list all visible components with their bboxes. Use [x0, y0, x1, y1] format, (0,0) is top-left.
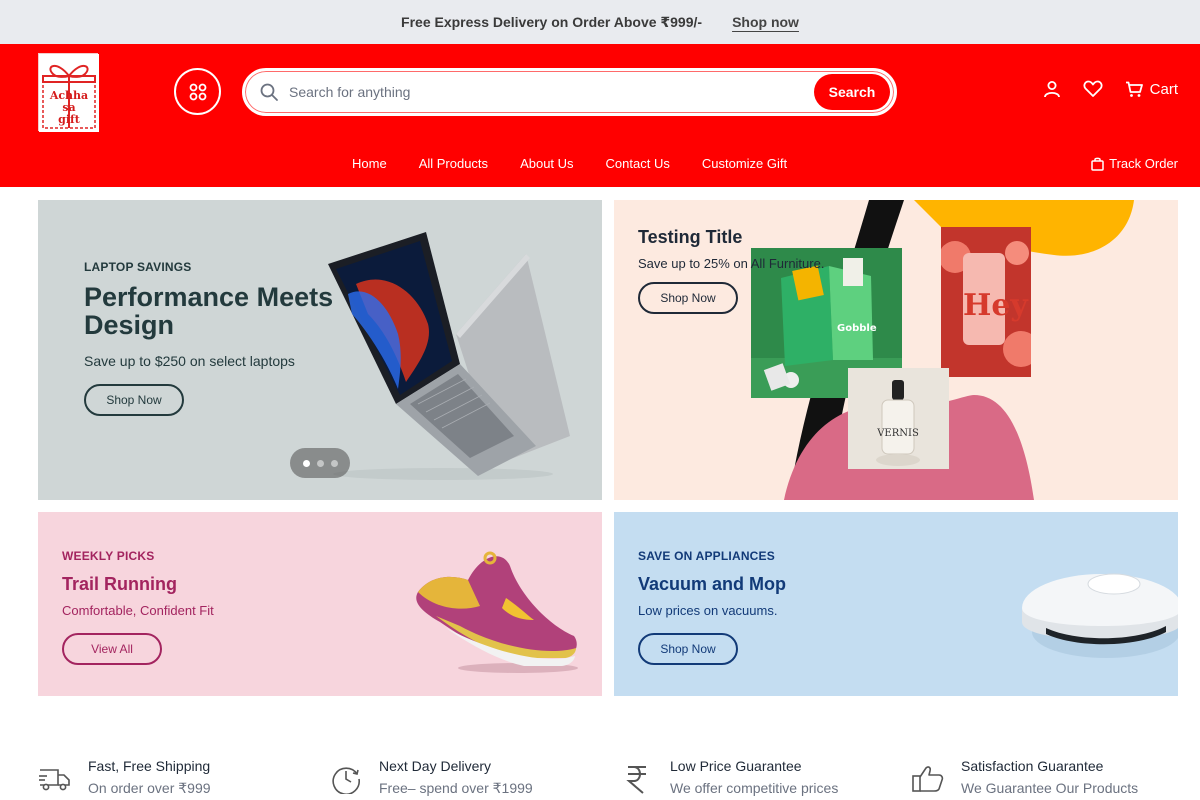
feature-subtitle: Free– spend over ₹1999 — [379, 780, 533, 796]
feature-subtitle: We Guarantee Our Products — [961, 780, 1139, 796]
carousel-dot-2[interactable] — [316, 459, 324, 467]
wishlist-button[interactable] — [1083, 80, 1103, 98]
logo-word-3: gift — [58, 113, 81, 126]
gift-logo-image: Achha sa gift — [39, 54, 99, 132]
appliances-shop-now-button[interactable]: Shop Now — [638, 633, 738, 665]
cart-icon — [1125, 81, 1143, 97]
feature-title: Satisfaction Guarantee — [961, 758, 1104, 774]
carousel-dot-1[interactable] — [302, 459, 310, 467]
can-brand-text: Hey — [963, 288, 1029, 323]
thumbs-up-icon — [911, 762, 945, 796]
laptop-banner-kicker: LAPTOP SAVINGS — [84, 260, 192, 274]
serum-bottle-image: VERNIS — [848, 368, 949, 469]
shop-now-link[interactable]: Shop now — [732, 14, 799, 30]
bag-icon — [1091, 157, 1104, 171]
heart-icon — [1083, 80, 1103, 97]
features-strip: Fast, Free Shipping On order over ₹999 N… — [38, 758, 1178, 800]
feature-delivery: Next Day Delivery Free– spend over ₹1999 — [329, 758, 533, 797]
laptop-banner-subtitle: Save up to $250 on select laptops — [84, 353, 295, 369]
announcement-bar: Free Express Delivery on Order Above ₹99… — [0, 0, 1200, 44]
laptop-shop-now-button[interactable]: Shop Now — [84, 384, 184, 416]
rupee-icon — [620, 762, 654, 796]
bottle-brand-text: VERNIS — [876, 428, 919, 439]
robot-vacuum-image — [1022, 573, 1178, 658]
user-icon — [1043, 81, 1060, 98]
feature-title: Fast, Free Shipping — [88, 758, 211, 774]
laptop-image — [328, 232, 570, 480]
header-actions: Cart — [1043, 80, 1178, 98]
search-icon — [259, 82, 279, 102]
nav-item-all-products[interactable]: All Products — [419, 156, 488, 171]
feature-subtitle: We offer competitive prices — [670, 780, 839, 796]
running-banner-title: Trail Running — [62, 574, 177, 594]
appliances-banner: SAVE ON APPLIANCES Vacuum and Mop Low pr… — [614, 512, 1178, 696]
site-logo[interactable]: Achha sa gift — [38, 53, 99, 132]
carousel-dot-3[interactable] — [330, 459, 338, 467]
search-button[interactable]: Search — [814, 74, 890, 110]
nav-item-home[interactable]: Home — [352, 156, 387, 171]
feature-satisfaction: Satisfaction Guarantee We Guarantee Our … — [911, 758, 1138, 796]
feature-title: Next Day Delivery — [379, 758, 492, 774]
categories-button[interactable] — [174, 68, 221, 115]
track-order-label: Track Order — [1109, 156, 1178, 171]
site-header: Achha sa gift Search Cart Home — [0, 44, 1200, 187]
feature-subtitle: On order over ₹999 — [88, 780, 211, 796]
cart-button[interactable]: Cart — [1125, 81, 1178, 98]
truck-icon — [38, 762, 72, 796]
appliances-banner-subtitle: Low prices on vacuums. — [638, 603, 778, 618]
search-input[interactable] — [289, 84, 814, 100]
account-button[interactable] — [1043, 80, 1061, 98]
main-nav: Home All Products About Us Contact Us Cu… — [352, 156, 787, 171]
appliances-banner-kicker: SAVE ON APPLIANCES — [638, 549, 775, 563]
laptop-banner-title: Performance Meets Design — [84, 282, 334, 340]
testing-banner-title: Testing Title — [638, 227, 743, 247]
search-bar: Search — [242, 68, 897, 116]
appliances-banner-title: Vacuum and Mop — [638, 574, 787, 594]
feature-price: Low Price Guarantee We offer competitive… — [620, 758, 838, 796]
drink-can-image: Hey — [941, 227, 1031, 377]
testing-shop-now-button[interactable]: Shop Now — [638, 282, 738, 314]
running-shoe-image — [416, 551, 578, 673]
carousel-indicator — [290, 448, 350, 478]
nav-item-about-us[interactable]: About Us — [520, 156, 573, 171]
trail-running-banner: WEEKLY PICKS Trail Running Comfortable, … — [38, 512, 602, 696]
testing-banner: Testing Title Save up to 25% on All Furn… — [614, 200, 1178, 500]
feature-shipping: Fast, Free Shipping On order over ₹999 — [38, 758, 211, 797]
grid-icon — [189, 83, 206, 100]
laptop-banner: LAPTOP SAVINGS Performance Meets Design … — [38, 200, 602, 500]
feature-title: Low Price Guarantee — [670, 758, 802, 774]
clock-icon — [329, 762, 363, 796]
view-all-button[interactable]: View All — [62, 633, 162, 665]
nav-item-contact-us[interactable]: Contact Us — [606, 156, 670, 171]
nav-item-customize-gift[interactable]: Customize Gift — [702, 156, 787, 171]
announcement-text: Free Express Delivery on Order Above ₹99… — [401, 13, 703, 30]
track-order-link[interactable]: Track Order — [1091, 156, 1178, 171]
cart-label: Cart — [1149, 80, 1178, 98]
running-banner-subtitle: Comfortable, Confident Fit — [62, 603, 214, 618]
box-brand-text: Gobble — [837, 323, 877, 334]
testing-banner-subtitle: Save up to 25% on All Furniture. — [638, 256, 825, 271]
running-banner-kicker: WEEKLY PICKS — [62, 549, 155, 563]
